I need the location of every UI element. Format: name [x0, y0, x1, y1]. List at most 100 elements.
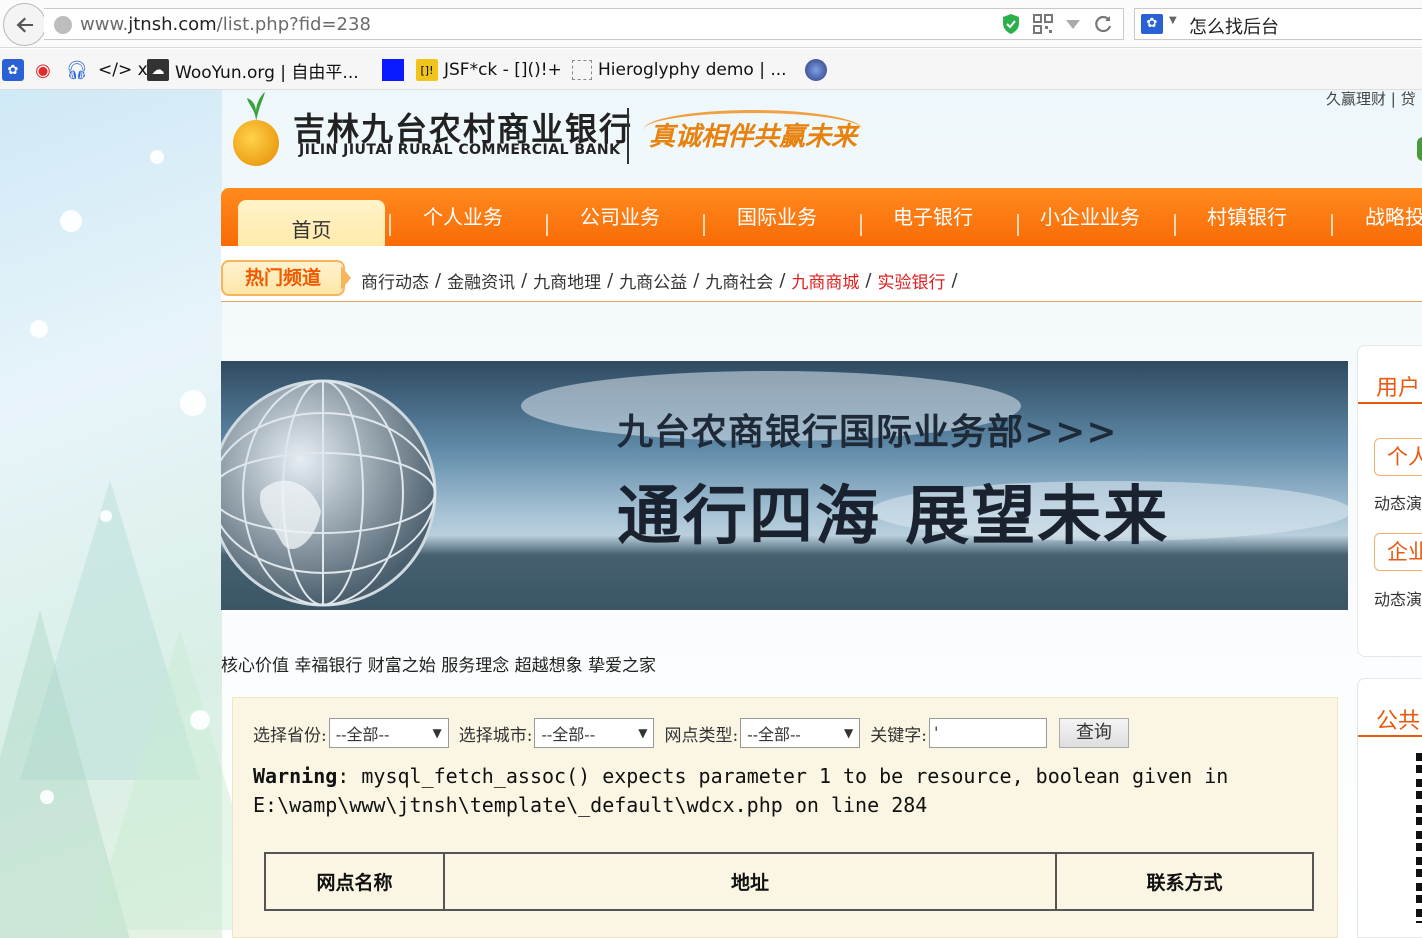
province-select[interactable]: --全部-- ▼: [328, 718, 449, 748]
nav-village-bank[interactable]: 村镇银行: [1207, 202, 1287, 232]
warning-label: Warning: [253, 764, 338, 788]
bookmarks-bar: ✿ ◉ 🎧︎ </> x ☁ WooYun.org | 自由平... []! J…: [0, 49, 1422, 90]
bookmark-headphones[interactable]: 🎧︎: [65, 59, 89, 81]
back-button[interactable]: [3, 3, 46, 46]
chevron-down-icon: ▼: [638, 726, 648, 740]
nav-small-business[interactable]: 小企业业务: [1040, 202, 1140, 232]
province-label: 选择省份:: [253, 725, 327, 746]
bookmark-label: </> x: [98, 60, 148, 80]
user-login-panel: 用户 个人 动态演 企业 动态演: [1357, 345, 1422, 657]
reload-icon[interactable]: [1093, 14, 1113, 34]
browser-toolbar: www.jtnsh.com/list.php?fid=238 ✿ ▼ 怎么找后台: [0, 0, 1422, 48]
bookmark-weibo[interactable]: ◉: [32, 59, 54, 81]
table-header-address: 地址: [445, 854, 1057, 909]
bookmark-tor[interactable]: [805, 59, 827, 81]
promo-banner[interactable]: 九台农商银行国际业务部>>> 通行四海 展望未来: [221, 361, 1348, 610]
nav-divider: [546, 214, 548, 236]
globe-icon: [54, 16, 72, 34]
chevron-down-icon[interactable]: ▼: [1169, 15, 1177, 26]
bookmark-hieroglyphy[interactable]: Hieroglyphy demo | ...: [572, 59, 787, 81]
hot-channels-bar: 热门频道 商行动态 / 金融资讯 / 九商地理 / 九商公益 / 九商社会 / …: [221, 246, 1422, 302]
link-separator: /: [951, 270, 958, 291]
personal-demo-link[interactable]: 动态演: [1374, 490, 1422, 514]
nav-e-banking[interactable]: 电子银行: [893, 202, 973, 232]
url-text[interactable]: www.jtnsh.com/list.php?fid=238: [80, 14, 371, 35]
link-separator: /: [693, 270, 700, 291]
hot-link-bank-news[interactable]: 商行动态: [361, 268, 429, 293]
paw-icon: ✿: [2, 59, 24, 81]
logo-orb-icon: [233, 120, 279, 166]
hot-link-lab-bank[interactable]: 实验银行: [877, 268, 945, 293]
province-value: --全部--: [335, 725, 390, 744]
php-warning: Warning: mysql_fetch_assoc() expects par…: [253, 762, 1313, 820]
nav-strategic[interactable]: 战略投: [1365, 202, 1422, 232]
qr-code-image: [1416, 753, 1422, 923]
bank-logo[interactable]: 吉林九台农村商业银行 JILIN JIUTAI RURAL COMMERCIAL…: [233, 90, 873, 180]
decorative-background: [0, 90, 270, 938]
back-arrow-icon: [16, 17, 33, 32]
bookmark-blue-square[interactable]: [382, 59, 404, 81]
qr-code-icon[interactable]: [1033, 14, 1053, 34]
panel-underline: [1358, 402, 1422, 404]
city-label: 选择城市:: [458, 725, 533, 746]
link-separator: /: [607, 270, 614, 291]
hot-link-charity[interactable]: 九商公益: [619, 268, 687, 293]
top-links[interactable]: 久赢理财 | 贷: [1326, 90, 1416, 109]
logo-english-name: JILIN JIUTAI RURAL COMMERCIAL BANK: [299, 142, 621, 158]
keyword-label: 关键字:: [870, 725, 927, 746]
warning-line-number: 284: [891, 793, 928, 817]
chevron-down-icon: ▼: [843, 726, 854, 740]
warning-message: : mysql_fetch_assoc() expects parameter …: [337, 764, 1229, 788]
link-separator: /: [865, 270, 872, 291]
globe-icon: [221, 379, 437, 607]
branch-table: 网点名称 地址 联系方式: [264, 852, 1314, 911]
city-select[interactable]: --全部-- ▼: [534, 718, 655, 748]
bookmark-jsfuck[interactable]: []! JSF*ck - []()!+: [416, 59, 562, 81]
weibo-icon: ◉: [35, 59, 51, 81]
nav-international[interactable]: 国际业务: [737, 202, 817, 232]
blank-page-icon: [572, 60, 592, 80]
hot-channel-links: 商行动态 / 金融资讯 / 九商地理 / 九商公益 / 九商社会 / 九商商城 …: [361, 268, 964, 293]
query-button[interactable]: 查询: [1058, 718, 1129, 748]
logo-divider: [627, 108, 629, 164]
shield-icon[interactable]: [1001, 13, 1021, 35]
headphones-icon: 🎧︎: [65, 59, 89, 81]
personal-login-button[interactable]: 个人: [1374, 438, 1422, 476]
core-values-text: 核心价值 幸福银行 财富之始 服务理念 超越想象 挚爱之家: [221, 656, 657, 676]
tor-icon: [805, 59, 827, 81]
hot-link-society[interactable]: 九商社会: [705, 268, 773, 293]
warning-path: E:\wamp\www\jtnsh\template\_default\wdcx…: [253, 793, 783, 817]
badge-arrow-icon: [341, 266, 351, 290]
jsfuck-icon: []!: [416, 59, 438, 81]
nav-corporate[interactable]: 公司业务: [580, 202, 660, 232]
warning-on-line: on line: [782, 793, 892, 817]
bookmark-paw[interactable]: ✿: [2, 59, 24, 81]
address-bar[interactable]: www.jtnsh.com/list.php?fid=238: [44, 8, 1124, 40]
search-input[interactable]: 怎么找后台: [1189, 13, 1279, 39]
search-filters: 选择省份: --全部-- ▼ 选择城市: --全部-- ▼ 网点类型: --全部--…: [253, 718, 1129, 748]
link-separator: /: [521, 270, 528, 291]
keyword-input[interactable]: ': [928, 718, 1047, 748]
baidu-paw-icon[interactable]: ✿: [1141, 14, 1163, 34]
notice-panel: 公共: [1357, 678, 1422, 938]
dropdown-arrow-icon[interactable]: [1065, 18, 1081, 30]
nav-divider: [860, 214, 862, 236]
green-badge-icon: [1417, 137, 1422, 161]
corporate-demo-link[interactable]: 动态演: [1374, 586, 1422, 610]
nav-personal[interactable]: 个人业务: [423, 202, 503, 232]
nav-divider: [1017, 214, 1019, 236]
hot-link-geography[interactable]: 九商地理: [533, 268, 601, 293]
nav-divider: [1174, 214, 1176, 236]
branch-type-label: 网点类型:: [664, 725, 739, 746]
bookmark-code[interactable]: </> x: [98, 59, 148, 81]
hot-link-mall[interactable]: 九商商城: [791, 268, 859, 293]
user-panel-title: 用户: [1376, 376, 1421, 401]
wooyun-icon: ☁: [147, 59, 169, 81]
bookmark-wooyun[interactable]: ☁ WooYun.org | 自由平...: [147, 59, 359, 83]
city-value: --全部--: [541, 725, 596, 744]
hot-link-finance-info[interactable]: 金融资讯: [447, 268, 515, 293]
branch-type-select[interactable]: --全部-- ▼: [740, 718, 861, 748]
corporate-login-button[interactable]: 企业: [1374, 533, 1422, 571]
nav-home[interactable]: 首页: [238, 200, 385, 252]
search-box[interactable]: ✿ ▼ 怎么找后台: [1134, 8, 1422, 40]
